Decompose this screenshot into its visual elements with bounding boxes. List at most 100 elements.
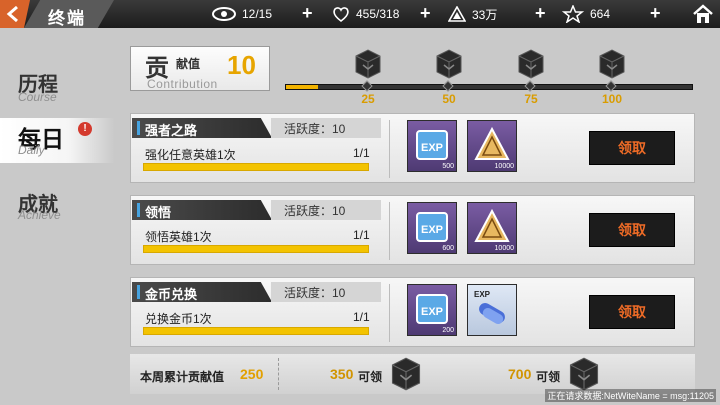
milestone-chest[interactable]: 25 xyxy=(346,48,390,108)
milestone-chest[interactable]: 100 xyxy=(590,48,634,108)
tier-number: 700 xyxy=(508,366,532,382)
contribution-title-small: 献值 xyxy=(176,57,201,71)
reward-item[interactable]: EXP 500 xyxy=(407,120,457,172)
top-bar: 终端 12/15 + 455/318 + 33万 + 664 + xyxy=(0,0,720,28)
page-title: 终端 xyxy=(48,9,86,28)
reward-quantity: 500 xyxy=(442,163,454,170)
claim-button[interactable]: 领取 xyxy=(589,131,675,165)
resource-value: 664 xyxy=(590,7,611,21)
back-button[interactable] xyxy=(0,0,30,28)
milestone-label: 25 xyxy=(361,92,375,106)
home-icon xyxy=(693,4,713,23)
sidebar-item-daily[interactable]: 每日 Daily ! xyxy=(0,118,115,163)
add-heart-button[interactable]: + xyxy=(420,3,431,24)
milestone-chest[interactable]: 75 xyxy=(509,48,553,108)
milestone-label: 50 xyxy=(442,92,456,106)
sidebar: 历程 Course 每日 Daily ! 成就 Achieve xyxy=(0,28,125,405)
reward-item[interactable]: EXP 600 xyxy=(407,202,457,254)
weekly-value: 250 xyxy=(240,366,264,382)
milestone-marker xyxy=(605,80,617,92)
reward-item[interactable]: 10000 xyxy=(467,202,517,254)
eye-icon xyxy=(212,7,236,21)
heart-emblem-icon xyxy=(333,7,349,22)
tier-label: 可领 xyxy=(358,370,383,384)
task-count: 1/1 xyxy=(353,146,370,160)
task-description: 领悟英雄1次 xyxy=(145,230,212,244)
claim-button[interactable]: 领取 xyxy=(589,295,675,329)
activity-label: 活跃度：10 xyxy=(284,286,346,300)
black-chest-icon[interactable] xyxy=(388,356,424,392)
task-description: 兑换金币1次 xyxy=(145,312,212,326)
tier-label: 可领 xyxy=(536,370,561,384)
add-star-button[interactable]: + xyxy=(650,3,661,24)
divider xyxy=(389,202,390,260)
contribution-box: 贡 献值 10 Contribution xyxy=(130,46,270,91)
resource-value: 33万 xyxy=(472,7,498,22)
reward-label: EXP xyxy=(421,224,443,236)
reward-quantity: 10000 xyxy=(494,245,514,252)
reward-quantity: 10000 xyxy=(494,163,514,170)
task-name: 领悟 xyxy=(145,205,172,220)
claim-button[interactable]: 领取 xyxy=(589,213,675,247)
activity-label: 活跃度：10 xyxy=(284,122,346,136)
reward-item[interactable]: EXP xyxy=(467,284,517,336)
tier-number: 350 xyxy=(330,366,354,382)
black-chest-icon xyxy=(355,49,381,79)
divider xyxy=(389,120,390,178)
divider xyxy=(278,358,279,390)
reward-item[interactable]: 10000 xyxy=(467,120,517,172)
exp-capsule-icon: EXP xyxy=(474,290,505,324)
milestone-marker xyxy=(361,80,373,92)
reward-label: EXP xyxy=(474,290,491,299)
status-text: 正在请求数据:NetWiteName = msg:11205 xyxy=(545,389,716,402)
weekly-label: 本周累计贡献值 xyxy=(140,370,225,384)
task-count: 1/1 xyxy=(353,310,370,324)
resource-value: 455/318 xyxy=(356,7,400,21)
activity-label: 活跃度：10 xyxy=(284,204,346,218)
sidebar-item-sublabel: Course xyxy=(18,90,57,104)
milestone-marker xyxy=(524,80,536,92)
task-card: 强者之路 活跃度：10 强化任意英雄1次 1/1 EXP 500 10000 领… xyxy=(130,113,695,183)
chevron-left-icon xyxy=(6,6,18,22)
notification-badge: ! xyxy=(78,122,92,136)
resource-stamina: 12/15 xyxy=(212,5,272,23)
task-name: 金币兑换 xyxy=(145,287,198,302)
reward-quantity: 200 xyxy=(442,327,454,334)
sidebar-item-achieve[interactable]: 成就 Achieve xyxy=(0,188,115,233)
add-stamina-button[interactable]: + xyxy=(302,3,313,24)
reward-label: EXP xyxy=(421,306,443,318)
reward-item[interactable]: EXP 200 xyxy=(407,284,457,336)
milestone-label: 75 xyxy=(524,92,538,106)
task-progress-bar xyxy=(143,245,369,253)
black-chest-icon xyxy=(436,49,462,79)
contribution-value: 10 xyxy=(227,50,256,80)
triangle-crystal-icon xyxy=(448,6,466,22)
task-count: 1/1 xyxy=(353,228,370,242)
divider xyxy=(389,284,390,342)
resource-value: 12/15 xyxy=(242,7,273,21)
resource-heart: 455/318 xyxy=(332,5,399,23)
black-chest-icon xyxy=(599,49,625,79)
resource-star: 664 xyxy=(562,5,610,23)
task-card: 金币兑换 活跃度：10 兑换金币1次 1/1 EXP 200 EXP 领取 xyxy=(130,277,695,347)
milestone-label: 100 xyxy=(601,92,623,106)
progress-fill xyxy=(286,85,319,89)
task-name: 强者之路 xyxy=(145,123,198,138)
reward-quantity: 600 xyxy=(442,245,454,252)
task-progress-bar xyxy=(143,327,369,335)
sidebar-item-sublabel: Achieve xyxy=(18,208,61,222)
add-crystal-button[interactable]: + xyxy=(535,3,546,24)
main-panel: 贡 献值 10 Contribution 25 50 75 100 强者之路 活… xyxy=(125,28,720,405)
contribution-en-label: Contribution xyxy=(147,77,218,91)
milestone-marker xyxy=(442,80,454,92)
reward-label: EXP xyxy=(421,142,443,154)
task-description: 强化任意英雄1次 xyxy=(145,148,236,162)
milestone-chest[interactable]: 50 xyxy=(427,48,471,108)
sidebar-item-sublabel: Daily xyxy=(18,143,45,157)
home-button[interactable] xyxy=(692,3,714,30)
resource-crystal: 33万 xyxy=(448,5,497,23)
black-chest-icon xyxy=(518,49,544,79)
task-card: 领悟 活跃度：10 领悟英雄1次 1/1 EXP 600 10000 领取 xyxy=(130,195,695,265)
black-chest-icon[interactable] xyxy=(566,356,602,392)
sidebar-item-course[interactable]: 历程 Course xyxy=(0,68,115,113)
